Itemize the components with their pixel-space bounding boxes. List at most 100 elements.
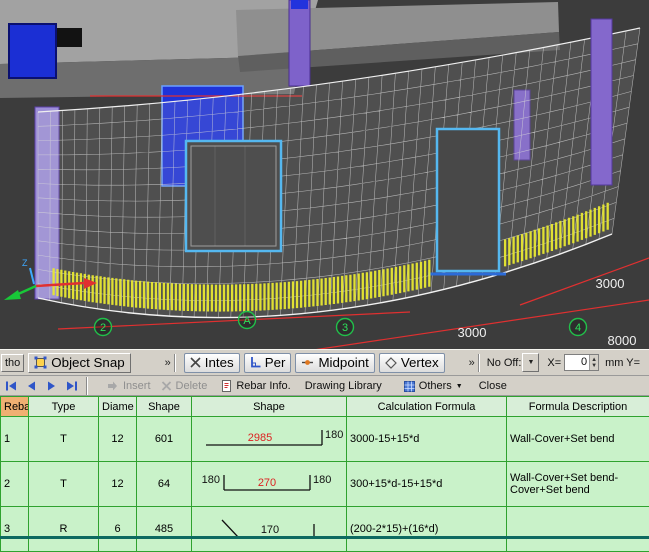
grid-bubble-label: 4 [575, 322, 581, 334]
x-coordinate-value[interactable]: 0 [565, 355, 589, 370]
delete-button[interactable]: Delete [158, 379, 211, 393]
vertex-snap-icon [385, 357, 397, 369]
drawing-library-label: Drawing Library [305, 380, 382, 392]
dimension-label: 3000 [458, 325, 487, 340]
object-snap-icon [34, 356, 47, 369]
toolbar-separator [86, 377, 88, 395]
object-snap-button[interactable]: Object Snap [28, 353, 130, 373]
column-header-formula-description[interactable]: Formula Description [507, 397, 649, 417]
shape-dimension-main: 2985 [248, 432, 272, 444]
dimension-label: 8000 [608, 333, 637, 348]
diameter-cell[interactable]: 6 [99, 507, 137, 552]
grid-bubble-label: 2 [100, 322, 106, 334]
rebar-shape-diagram: 180 270 180 [192, 462, 345, 503]
rebar-info-label: Rebar Info. [236, 380, 290, 392]
type-cell[interactable]: T [29, 462, 99, 507]
shape-dimension-left: 180 [202, 474, 220, 486]
column-header-calculation-formula[interactable]: Calculation Formula [347, 397, 507, 417]
shape-dimension-main: 170 [261, 524, 279, 536]
table-row[interactable]: 2 T 12 64 180 270 180 300+15*d-15+15*d W… [1, 462, 649, 507]
toolbar-separator [478, 354, 480, 372]
snap-button-label: Midpoint [318, 355, 368, 370]
description-cell[interactable]: Wall-Cover+Set bend [507, 417, 649, 462]
snap-intersection-button[interactable]: Intes [184, 353, 240, 373]
close-button[interactable]: Close [476, 379, 510, 393]
rebar-info-icon [221, 380, 232, 392]
nav-last-button[interactable] [62, 378, 81, 394]
unit-and-y-label: mm Y= [605, 357, 640, 369]
snap-button-label: Per [265, 355, 286, 370]
rebar-info-button[interactable]: Rebar Info. [218, 379, 293, 393]
delete-icon [161, 381, 172, 391]
toolbar-separator [174, 354, 176, 372]
ucs-z-label: Z [22, 258, 28, 268]
shape-diagram-cell: 2985 180 [192, 417, 347, 462]
snap-perpendicular-button[interactable]: Per [244, 353, 292, 373]
snap-midpoint-button[interactable]: Midpoint [295, 353, 374, 373]
stepper-down-icon[interactable]: ▼ [591, 363, 597, 369]
nav-next-icon [46, 381, 57, 391]
column-header-diameter[interactable]: Diame [99, 397, 137, 417]
nav-last-icon [65, 381, 78, 391]
snap-button-label: Vertex [401, 355, 439, 370]
nav-first-icon [5, 381, 18, 391]
insert-button[interactable]: Insert [104, 379, 154, 393]
rebar-edit-toolbar: Insert Delete Rebar Info. Drawing Librar… [0, 377, 649, 396]
shape-dimension-right: 180 [313, 474, 331, 486]
shape-diagram-cell: 170 [192, 507, 347, 552]
others-dropdown-icon: ▼ [456, 383, 463, 390]
delete-label: Delete [176, 380, 208, 392]
insert-icon [107, 381, 119, 391]
stepper-arrows[interactable]: ▲ ▼ [589, 355, 598, 370]
nav-previous-icon [26, 381, 37, 391]
close-label: Close [479, 380, 507, 392]
intersection-snap-icon [190, 357, 201, 368]
diameter-cell[interactable]: 12 [99, 417, 137, 462]
diameter-cell[interactable]: 12 [99, 462, 137, 507]
formula-cell[interactable]: 300+15*d-15+15*d [347, 462, 507, 507]
formula-cell[interactable]: 3000-15+15*d [347, 417, 507, 462]
dimension-label: 3000 [596, 276, 625, 291]
drawing-library-button[interactable]: Drawing Library [302, 379, 385, 393]
table-row[interactable]: 3 R 6 485 170 (200-2*15)+(16*d) [1, 507, 649, 552]
formula-cell[interactable]: (200-2*15)+(16*d) [347, 507, 507, 552]
no-offset-dropdown[interactable]: ▼ [522, 353, 539, 372]
shape-code-cell[interactable]: 601 [137, 417, 192, 462]
dimension-labels: 3000 3000 8000 [458, 276, 637, 348]
snap-vertex-button[interactable]: Vertex [379, 353, 445, 373]
x-coordinate-stepper[interactable]: 0 ▲ ▼ [564, 354, 599, 371]
shape-dimension-main: 270 [258, 477, 276, 489]
others-button[interactable]: Others ▼ [401, 379, 466, 393]
wall-door-opening [428, 129, 506, 274]
type-cell[interactable]: R [29, 507, 99, 552]
wall-window-opening [186, 141, 281, 251]
toolbar-overflow-chevron[interactable]: » [165, 357, 170, 369]
nav-next-button[interactable] [42, 378, 61, 394]
snap-button-label: Intes [205, 355, 234, 370]
others-label: Others [419, 380, 452, 392]
table-row[interactable]: 1 T 12 601 2985 180 3000-15+15*d Wall-Co… [1, 417, 649, 462]
description-cell[interactable]: Wall-Cover+Set bend-Cover+Set bend [507, 462, 649, 507]
type-cell[interactable]: T [29, 417, 99, 462]
toolbar-overflow-chevron[interactable]: » [469, 357, 474, 369]
nav-previous-button[interactable] [22, 378, 41, 394]
shape-code-cell[interactable]: 64 [137, 462, 192, 507]
row-number-cell: 3 [1, 507, 29, 552]
grid-bubble-label: 3 [342, 322, 348, 334]
row-number-cell: 1 [1, 417, 29, 462]
ortho-button-partial[interactable]: tho [1, 354, 24, 372]
column-header-shape-code[interactable]: Shape [137, 397, 192, 417]
shape-diagram-cell: 180 270 180 [192, 462, 347, 507]
column-header-type[interactable]: Type [29, 397, 99, 417]
x-coordinate-label: X= [547, 357, 561, 369]
nav-first-button[interactable] [2, 378, 21, 394]
column-header-shape-diagram[interactable]: Shape [192, 397, 347, 417]
shape-dimension-right: 180 [325, 429, 343, 441]
others-icon [404, 381, 415, 392]
no-offset-label: No Off: [487, 357, 522, 369]
column-header-rebar[interactable]: Reba [1, 397, 29, 417]
3d-viewport[interactable]: 2 A 3 4 3000 3000 8000 Z [0, 0, 649, 349]
object-snap-label: Object Snap [51, 355, 124, 370]
description-cell[interactable] [507, 507, 649, 552]
shape-code-cell[interactable]: 485 [137, 507, 192, 552]
